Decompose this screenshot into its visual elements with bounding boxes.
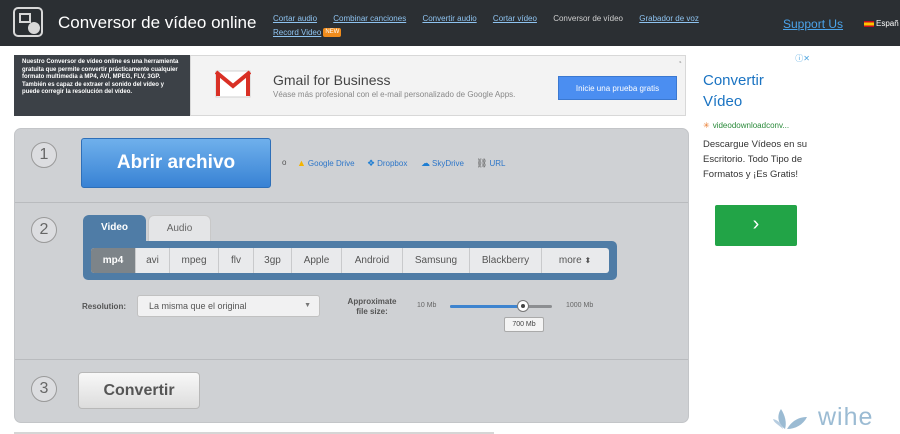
converter-panel: 1 Abrir archivo o ▲ Google Drive ❖ Dropbox… (14, 128, 689, 423)
spain-flag-icon (864, 20, 874, 27)
slider-min-label: 10 Mb (417, 302, 437, 309)
right-ad-url[interactable]: ✳ videodownloadconv... (703, 121, 789, 130)
format-more[interactable]: more ⬍ (542, 248, 608, 273)
right-ad[interactable]: ⓘ✕ Convertir Vídeo ✳ videodownloadconv...… (699, 52, 811, 434)
up-down-arrows-icon: ⬍ (584, 256, 592, 265)
format-group: mp4 avi mpeg flv 3gp Apple Android Samsu… (91, 248, 609, 273)
step-number-1: 1 (31, 142, 57, 168)
site-header: Conversor de vídeo online Cortar audio C… (0, 0, 900, 46)
nav-grabador-voz[interactable]: Grabador de voz (639, 14, 699, 23)
nav-cortar-audio[interactable]: Cortar audio (273, 14, 317, 23)
nav-cortar-video[interactable]: Cortar vídeo (493, 14, 537, 23)
format-flv[interactable]: flv (219, 248, 254, 273)
nav-convertir-audio[interactable]: Convertir audio (422, 14, 476, 23)
section-divider (15, 202, 688, 203)
google-drive-label: Google Drive (307, 159, 355, 168)
tab-audio[interactable]: Audio (148, 215, 211, 241)
adchoices-icon[interactable]: ◔ (677, 58, 682, 67)
nav-record-video[interactable]: Record Video (273, 28, 321, 37)
leaf-watermark-icon (773, 409, 807, 429)
support-us-link[interactable]: Support Us (783, 17, 843, 31)
tab-video[interactable]: Video (83, 215, 146, 241)
gmail-trial-button[interactable]: Inicie una prueba gratis (558, 76, 677, 100)
slider-fill (450, 305, 524, 308)
step-number-2: 2 (31, 217, 57, 243)
format-apple[interactable]: Apple (292, 248, 342, 273)
file-size-slider[interactable] (450, 300, 552, 312)
language-label: Españ (876, 19, 899, 28)
format-mpeg[interactable]: mpeg (170, 248, 219, 273)
nav-conversor-video-current: Conversor de vídeo (553, 14, 624, 23)
skydrive-link[interactable]: ☁ SkyDrive (421, 158, 464, 169)
resolution-label: Resolution: (82, 302, 126, 311)
right-ad-title[interactable]: Convertir Vídeo (703, 70, 803, 112)
format-samsung[interactable]: Samsung (403, 248, 470, 273)
step-number-3: 3 (31, 376, 57, 402)
new-badge: NEW (323, 28, 342, 38)
right-ad-body: Descargue Vídeos en su Escritorio. Todo … (703, 139, 808, 180)
skydrive-icon: ☁ (421, 158, 430, 168)
format-more-label: more (558, 255, 582, 266)
gmail-ad-subtitle: Véase más profesional con el e-mail pers… (273, 90, 516, 99)
format-3gp[interactable]: 3gp (254, 248, 292, 273)
convert-button[interactable]: Convertir (78, 372, 200, 409)
format-avi[interactable]: avi (136, 248, 170, 273)
slider-handle[interactable] (517, 300, 530, 312)
tool-description: Nuestro Conversor de vídeo online es una… (14, 55, 190, 116)
chevron-down-icon: ▼ (304, 302, 311, 309)
dropbox-label: Dropbox (377, 159, 408, 168)
gmail-ad-banner[interactable]: Gmail for Business Véase más profesional… (190, 55, 686, 116)
file-size-label: Approximate file size: (347, 297, 397, 316)
link-icon: ⛓ (476, 158, 488, 168)
open-file-button[interactable]: Abrir archivo (81, 138, 271, 188)
section-divider (15, 359, 688, 360)
top-nav: Cortar audio Combinar canciones Converti… (273, 12, 753, 40)
url-label: URL (489, 159, 506, 168)
dropbox-link[interactable]: ❖ Dropbox (367, 158, 407, 169)
resolution-value: La misma que el original (149, 301, 247, 311)
url-link[interactable]: ⛓ URL (476, 158, 505, 169)
right-ad-url-text: videodownloadconv... (712, 121, 790, 130)
gmail-logo-icon (215, 70, 251, 98)
language-selector[interactable]: Españ (864, 19, 899, 28)
resolution-select[interactable]: La misma que el original ▼ (137, 295, 320, 317)
ad-close-icon[interactable]: ⓘ✕ (795, 53, 810, 64)
format-mp4[interactable]: mp4 (91, 248, 136, 273)
or-text: o (282, 158, 287, 167)
google-drive-link[interactable]: ▲ Google Drive (297, 158, 355, 168)
chevron-right-icon: › (752, 213, 760, 235)
skydrive-label: SkyDrive (432, 159, 465, 168)
dropbox-icon: ❖ (367, 158, 376, 168)
nav-combinar-canciones[interactable]: Combinar canciones (333, 14, 406, 23)
format-blackberry[interactable]: Blackberry (470, 248, 542, 273)
format-android[interactable]: Android (342, 248, 403, 273)
slider-max-label: 1000 Mb (566, 302, 594, 309)
format-bar: mp4 avi mpeg flv 3gp Apple Android Samsu… (83, 241, 617, 280)
ad-arrow-button[interactable]: › (715, 205, 797, 246)
star-icon: ✳ (703, 121, 710, 130)
gmail-ad-title: Gmail for Business (273, 72, 391, 88)
watermark-text: wihe (818, 403, 874, 431)
slider-value-tooltip: 700 Mb (504, 317, 544, 332)
site-title[interactable]: Conversor de vídeo online (58, 13, 256, 33)
video-converter-logo-icon[interactable] (13, 7, 43, 37)
google-drive-icon: ▲ (297, 158, 306, 168)
